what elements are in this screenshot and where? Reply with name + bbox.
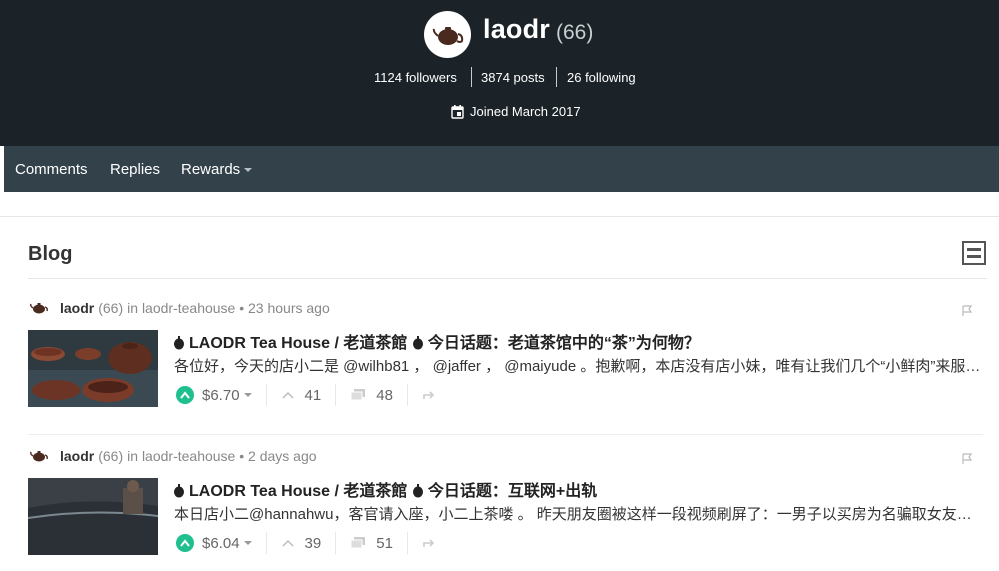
post-author[interactable]: laodr: [60, 448, 94, 464]
footer-divider: [406, 384, 408, 406]
post-summary[interactable]: 本日店小二@hannahwu，客官请入座，小二上茶喽 。 昨天朋友圈被这样一段视…: [174, 503, 982, 524]
profile-username: laodr: [483, 14, 551, 44]
post-meta: laodr (66) in laodr-teahouse • 23 hours …: [28, 297, 330, 319]
post-footer: $6.04 39 51: [176, 530, 436, 556]
post-title-part-b: 今日话题：互联网+出轨: [427, 483, 598, 500]
stat-divider: [556, 67, 557, 87]
reblog-icon[interactable]: [422, 537, 436, 549]
blog-heading: Blog: [28, 243, 73, 265]
profile-reputation: (66): [556, 21, 594, 44]
profile-avatar[interactable]: [424, 11, 471, 58]
post-author-reputation: (66): [98, 448, 124, 464]
footer-divider: [265, 532, 267, 554]
post-title-part-a: LAODR Tea House / 老道茶館: [189, 483, 408, 500]
layout-toggle-icon[interactable]: [962, 241, 986, 265]
post-in-label: in: [127, 300, 139, 316]
like-icon[interactable]: [281, 538, 295, 548]
like-icon[interactable]: [281, 390, 295, 400]
post-title-part-b: 今日话题：老道茶馆中的“茶”为何物？: [427, 335, 700, 352]
flag-icon[interactable]: [961, 453, 973, 465]
profile-nav: Comments Replies Rewards: [4, 146, 999, 192]
blog-divider: [28, 278, 987, 279]
post-time[interactable]: • 2 days ago: [239, 448, 316, 464]
footer-divider: [335, 384, 337, 406]
footer-divider: [265, 384, 267, 406]
post-comments[interactable]: 48: [376, 387, 393, 404]
posts-count[interactable]: 3874 posts: [481, 70, 545, 85]
car-video-image: [28, 478, 158, 555]
calendar-icon: [451, 104, 464, 119]
post-summary[interactable]: 各位好，今天的店小二是 @wilhb81 ， @jaffer ， @maiyud…: [174, 355, 982, 376]
post-title[interactable]: LAODR Tea House / 老道茶館 今日话题：互联网+出轨: [173, 477, 597, 501]
post-votes[interactable]: 41: [305, 387, 322, 404]
stat-divider: [471, 67, 472, 87]
upvote-icon[interactable]: [176, 534, 194, 552]
joined-date: Joined March 2017: [451, 104, 581, 119]
comment-icon[interactable]: [350, 536, 366, 550]
post-title-part-a: LAODR Tea House / 老道茶館: [189, 335, 408, 352]
tab-rewards-label: Rewards: [181, 161, 241, 178]
tab-comments[interactable]: Comments: [15, 161, 88, 178]
post-footer: $6.70 41 48: [176, 382, 436, 408]
teapot-avatar-icon: [30, 303, 48, 314]
caret-down-icon[interactable]: [243, 393, 252, 397]
teapot-title-icon: [174, 484, 184, 498]
post-thumbnail[interactable]: [28, 330, 158, 407]
post-in-label: in: [127, 448, 139, 464]
post-category[interactable]: laodr-teahouse: [142, 300, 235, 316]
caret-down-icon[interactable]: [243, 541, 252, 545]
teapot-avatar-icon: [30, 451, 48, 462]
author-avatar[interactable]: [28, 297, 50, 319]
section-divider: [0, 216, 999, 217]
joined-label: Joined March 2017: [470, 104, 581, 119]
author-avatar[interactable]: [28, 445, 50, 467]
post-comments[interactable]: 51: [376, 535, 393, 552]
caret-down-icon: [244, 168, 253, 173]
profile-header: laodr (66) 1124 followers 3874 posts 26 …: [0, 0, 999, 146]
tab-replies[interactable]: Replies: [110, 161, 160, 178]
flag-icon[interactable]: [961, 305, 973, 317]
post-item[interactable]: laodr (66) in laodr-teahouse • 2 days ag…: [28, 445, 983, 571]
post-divider: [28, 434, 983, 435]
post-author-reputation: (66): [98, 300, 124, 316]
footer-divider: [406, 532, 408, 554]
following-count[interactable]: 26 following: [567, 70, 636, 85]
comment-icon[interactable]: [350, 388, 366, 402]
post-meta: laodr (66) in laodr-teahouse • 2 days ag…: [28, 445, 317, 467]
tab-rewards[interactable]: Rewards: [181, 161, 253, 178]
teapot-avatar-icon: [432, 26, 463, 45]
post-item[interactable]: laodr (66) in laodr-teahouse • 23 hours …: [28, 297, 983, 435]
post-votes[interactable]: 39: [305, 535, 322, 552]
upvote-icon[interactable]: [176, 386, 194, 404]
post-payout[interactable]: $6.70: [202, 387, 240, 404]
tea-set-image: [28, 330, 158, 407]
footer-divider: [335, 532, 337, 554]
teapot-title-icon: [412, 336, 423, 350]
post-thumbnail[interactable]: [28, 478, 158, 555]
followers-count[interactable]: 1124 followers: [374, 70, 457, 85]
reblog-icon[interactable]: [422, 389, 436, 401]
post-title[interactable]: LAODR Tea House / 老道茶館 今日话题：老道茶馆中的“茶”为何物…: [173, 329, 700, 353]
teapot-title-icon: [174, 336, 184, 350]
post-payout[interactable]: $6.04: [202, 535, 240, 552]
post-author[interactable]: laodr: [60, 300, 94, 316]
post-category[interactable]: laodr-teahouse: [142, 448, 235, 464]
teapot-title-icon: [412, 484, 423, 498]
post-time[interactable]: • 23 hours ago: [239, 300, 330, 316]
